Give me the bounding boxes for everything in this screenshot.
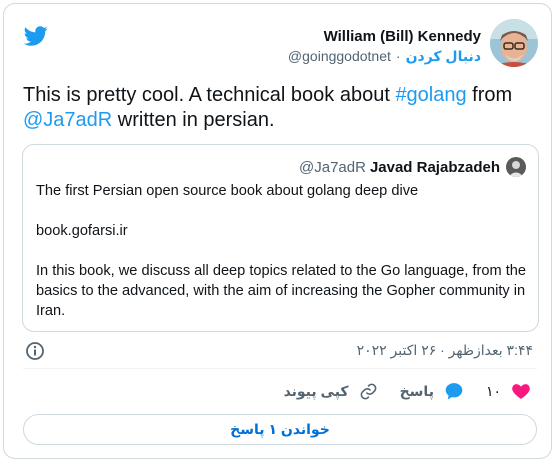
action-bar: کپی پیوند پاسخ ۱۰ xyxy=(284,380,531,402)
reply-action[interactable]: پاسخ xyxy=(400,381,464,401)
quoted-tweet-header: @Ja7adR Javad Rajabzadeh xyxy=(299,157,526,177)
quoted-author-avatar xyxy=(506,157,526,177)
link-icon xyxy=(360,383,376,399)
quoted-text-paragraph: In this book, we discuss all deep topics… xyxy=(36,263,526,319)
quoted-tweet[interactable]: @Ja7adR Javad Rajabzadeh The first Persi… xyxy=(22,144,539,332)
author-subline: @goinggodotnet · دنبال کردن xyxy=(288,48,481,65)
author-name[interactable]: William (Bill) Kennedy xyxy=(324,28,481,45)
heart-icon xyxy=(512,384,530,399)
copy-link-label: کپی پیوند xyxy=(283,382,349,399)
copy-link-action[interactable]: کپی پیوند xyxy=(284,382,378,401)
like-action[interactable]: ۱۰ xyxy=(486,381,531,401)
follow-link[interactable]: دنبال کردن xyxy=(406,48,481,64)
tweet-text: This is pretty cool. A technical book ab… xyxy=(23,83,533,133)
divider xyxy=(23,368,537,369)
tweet-text-part: from xyxy=(466,84,513,106)
like-count: ۱۰ xyxy=(485,382,501,399)
quoted-tweet-body: The first Persian open source book about… xyxy=(36,181,526,321)
quoted-author-name: Javad Rajabzadeh xyxy=(369,158,500,176)
author-avatar[interactable] xyxy=(490,19,538,67)
quoted-text-link: book.gofarsi.ir xyxy=(36,223,128,239)
speech-bubble-icon xyxy=(445,383,463,400)
reply-label: پاسخ xyxy=(399,382,434,399)
quoted-text-line: The first Persian open source book about… xyxy=(36,183,419,199)
hashtag-link[interactable]: #golang xyxy=(395,84,466,106)
twitter-bird-icon[interactable] xyxy=(24,24,48,48)
tweet-text-part: This is pretty cool. A technical book ab… xyxy=(23,84,396,106)
info-icon[interactable] xyxy=(25,341,45,361)
quoted-avatar-image xyxy=(506,157,526,177)
avatar-image xyxy=(490,19,538,67)
tweet-timestamp[interactable]: ۳:۴۴ بعدازظهر · ۲۶ اکتبر ۲۰۲۲ xyxy=(357,342,533,359)
separator-dot: · xyxy=(395,48,401,64)
read-replies-button[interactable]: خواندن ۱ پاسخ xyxy=(23,414,537,445)
quoted-author-handle: @Ja7adR xyxy=(299,158,366,176)
author-handle[interactable]: @goinggodotnet xyxy=(288,48,391,64)
tweet-text-part: written in persian. xyxy=(112,109,275,131)
mention-link[interactable]: @Ja7adR xyxy=(23,109,112,131)
embedded-tweet-card: William (Bill) Kennedy @goinggodotnet · دن… xyxy=(3,3,552,459)
